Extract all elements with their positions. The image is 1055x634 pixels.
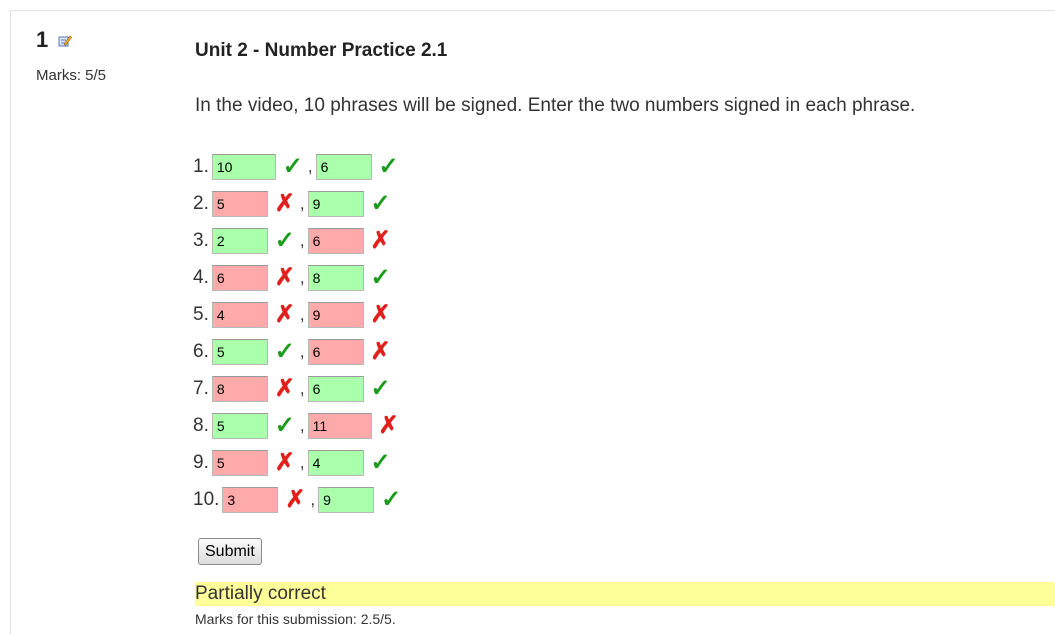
answer-input-second[interactable]: [315, 153, 372, 180]
check-icon: ✓: [378, 152, 399, 180]
row-number: 8.: [193, 414, 209, 436]
check-icon: ✓: [370, 263, 391, 291]
answer-input-first[interactable]: [211, 153, 276, 180]
answer-row: 9. ✗, ✓: [193, 444, 408, 481]
feedback-status: Partially correct: [195, 582, 1055, 606]
answer-input-second[interactable]: [307, 301, 364, 328]
answer-input-second[interactable]: [307, 264, 364, 291]
answer-row: 2. ✗, ✓: [193, 185, 408, 222]
answer-list: 1.✓,✓2.✗,✓3.✓,✗4.✗,✓5.✗,✗6.✓,✗7.✗,✓8.✓,✗…: [193, 148, 408, 518]
submission-marks: Marks for this submission: 2.5/5.: [195, 611, 396, 627]
check-icon: ✓: [274, 226, 295, 254]
separator-comma: ,: [299, 452, 305, 472]
question-marks: Marks: 5/5: [36, 67, 107, 84]
check-icon: ✓: [274, 337, 295, 365]
row-number: 5.: [193, 303, 209, 325]
answer-input-second[interactable]: [307, 190, 364, 217]
cross-icon: ✗: [370, 337, 391, 365]
row-number: 10.: [193, 488, 220, 510]
row-number: 7.: [193, 377, 209, 399]
answer-input-second[interactable]: [307, 449, 364, 476]
question-number: 1: [36, 27, 49, 52]
cross-icon: ✗: [285, 485, 306, 513]
check-icon: ✓: [370, 448, 391, 476]
separator-comma: ,: [310, 489, 316, 509]
separator-comma: ,: [299, 230, 305, 250]
row-number: 6.: [193, 340, 209, 362]
separator-comma: ,: [299, 341, 305, 361]
row-number: 9.: [193, 451, 209, 473]
answer-input-second[interactable]: [318, 486, 375, 513]
answer-input-first[interactable]: [211, 190, 268, 217]
cross-icon: ✗: [370, 300, 391, 328]
answer-row: 10. ✗, ✓: [193, 481, 408, 518]
separator-comma: ,: [299, 415, 305, 435]
cross-icon: ✗: [378, 411, 399, 439]
answer-input-first[interactable]: [211, 264, 268, 291]
row-number: 1.: [193, 155, 209, 177]
answer-row: 5.✗,✗: [193, 296, 408, 333]
question-instructions: In the video, 10 phrases will be signed.…: [195, 95, 916, 116]
answer-input-first[interactable]: [211, 227, 268, 254]
check-icon: ✓: [370, 189, 391, 217]
cross-icon: ✗: [274, 300, 295, 328]
check-icon: ✓: [381, 485, 402, 513]
row-number: 2.: [193, 192, 209, 214]
answer-input-first[interactable]: [211, 301, 268, 328]
separator-comma: ,: [299, 304, 305, 324]
cross-icon: ✗: [274, 263, 295, 291]
answer-input-second[interactable]: [307, 338, 364, 365]
submit-button[interactable]: Submit: [198, 538, 262, 565]
answer-row: 7. ✗, ✓: [193, 370, 408, 407]
answer-row: 6. ✓, ✗: [193, 333, 408, 370]
answer-row: 3. ✓, ✗: [193, 222, 408, 259]
check-icon: ✓: [370, 374, 391, 402]
separator-comma: ,: [307, 156, 313, 176]
answer-input-first[interactable]: [211, 449, 268, 476]
answer-input-first[interactable]: [211, 375, 268, 402]
cross-icon: ✗: [274, 189, 295, 217]
answer-input-second[interactable]: [307, 227, 364, 254]
cross-icon: ✗: [370, 226, 391, 254]
separator-comma: ,: [299, 378, 305, 398]
edit-icon[interactable]: [58, 34, 72, 48]
answer-input-first[interactable]: [211, 412, 268, 439]
answer-row: 4. ✗, ✓: [193, 259, 408, 296]
check-icon: ✓: [274, 411, 295, 439]
check-icon: ✓: [282, 152, 303, 180]
separator-comma: ,: [299, 193, 305, 213]
answer-input-second[interactable]: [307, 375, 364, 402]
answer-input-first[interactable]: [211, 338, 268, 365]
cross-icon: ✗: [274, 374, 295, 402]
row-number: 4.: [193, 266, 209, 288]
separator-comma: ,: [299, 267, 305, 287]
cross-icon: ✗: [274, 448, 295, 476]
answer-input-second[interactable]: [307, 412, 372, 439]
answer-row: 8. ✓, ✗: [193, 407, 408, 444]
row-number: 3.: [193, 229, 209, 251]
answer-input-first[interactable]: [222, 486, 279, 513]
answer-row: 1.✓,✓: [193, 148, 408, 185]
question-title: Unit 2 - Number Practice 2.1: [195, 40, 448, 61]
